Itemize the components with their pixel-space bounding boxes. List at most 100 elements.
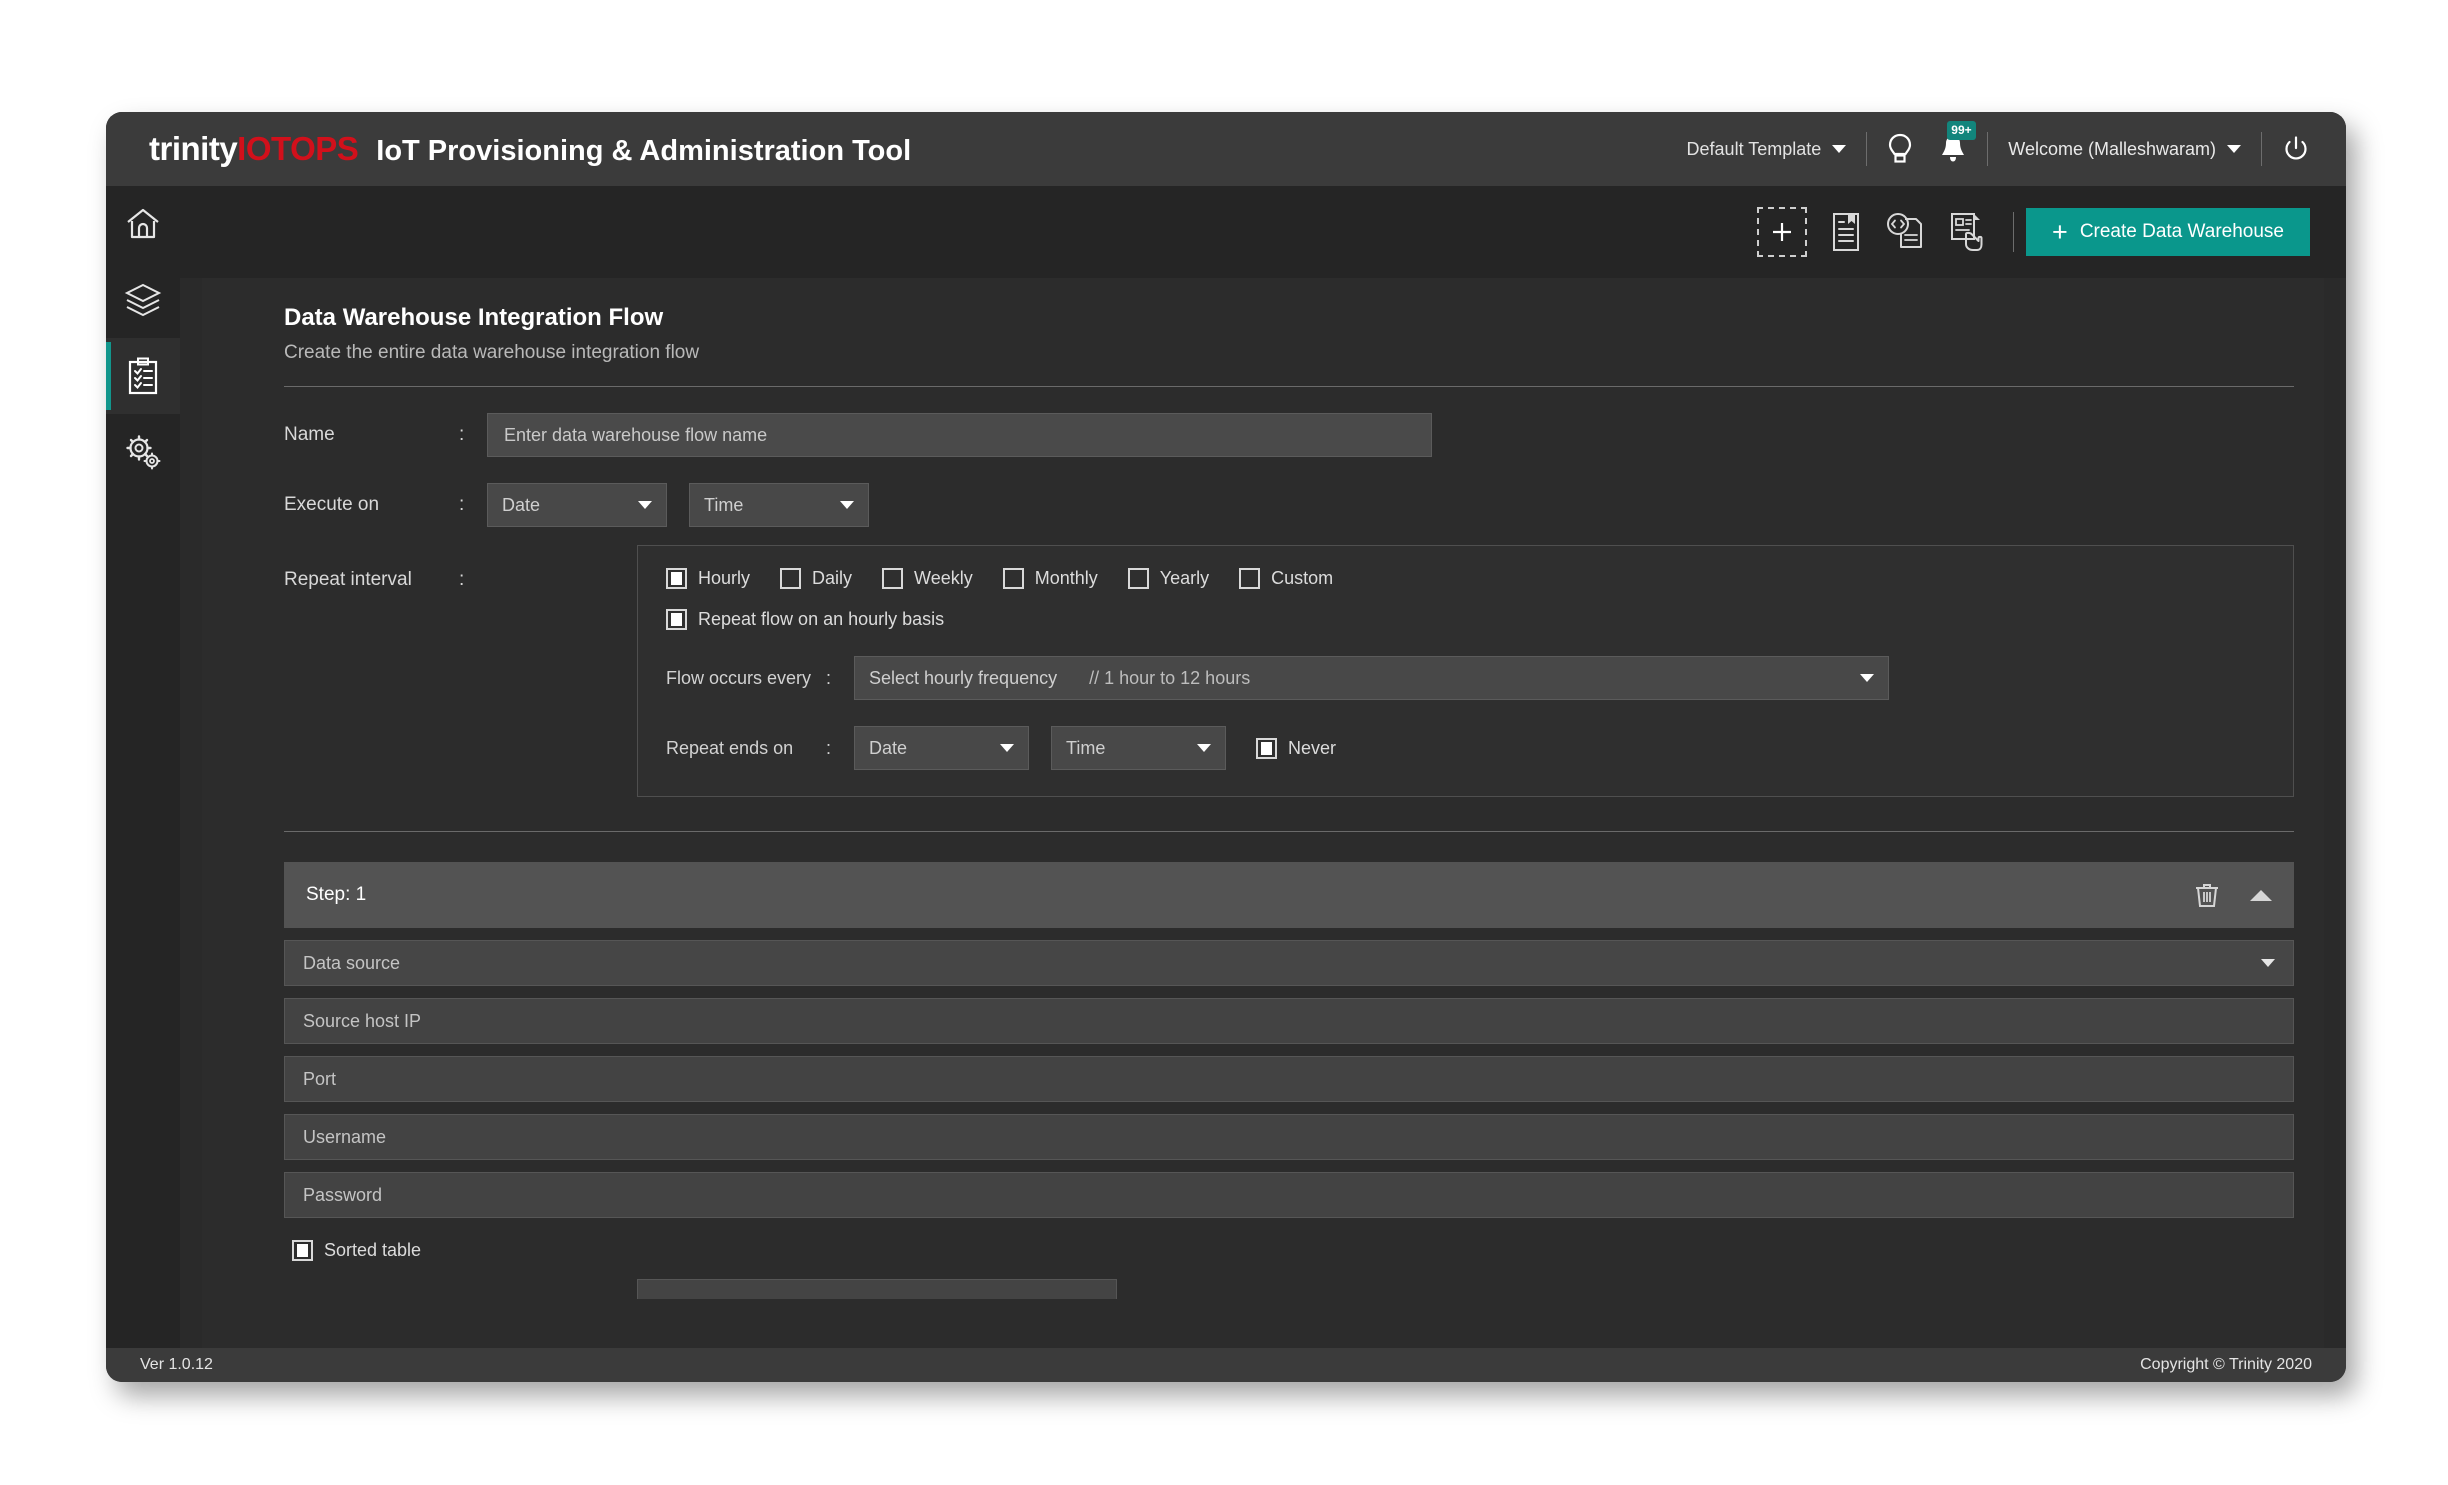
divider	[1987, 132, 1989, 166]
hourly-frequency-hint: // 1 hour to 12 hours	[1089, 667, 1251, 688]
form-panel: Data Warehouse Integration Flow Create t…	[202, 278, 2324, 1348]
chevron-down-icon	[2227, 145, 2241, 153]
user-menu[interactable]: Welcome (Malleshwaram)	[2008, 139, 2241, 160]
chevron-down-icon	[840, 501, 854, 509]
page-subtitle: Create the entire data warehouse integra…	[284, 342, 700, 363]
source-host-ip-input[interactable]: Source host IP	[284, 998, 2294, 1044]
field-row-execute-on: Execute on : Date Time	[284, 483, 2324, 527]
app-title: IoT Provisioning & Administration Tool	[376, 135, 912, 167]
code-document-icon[interactable]	[1885, 211, 1925, 253]
notification-badge: 99+	[1947, 121, 1976, 140]
divider	[284, 386, 2294, 387]
sorted-table-row: Sorted table	[292, 1240, 2324, 1261]
repeat-ends-row: Repeat ends on : Date Time Never	[666, 726, 2293, 770]
layers-icon	[124, 282, 162, 318]
execute-on-time-select[interactable]: Time	[689, 483, 869, 527]
checkbox-weekly-label: Weekly	[914, 568, 973, 588]
repeat-ends-date-select[interactable]: Date	[854, 726, 1029, 770]
chevron-down-icon	[2261, 959, 2275, 967]
checkbox-monthly-label: Monthly	[1034, 568, 1098, 588]
create-data-warehouse-button[interactable]: + Create Data Warehouse	[2026, 208, 2310, 256]
divider	[1866, 132, 1868, 166]
bell-icon[interactable]: 99+	[1939, 121, 1976, 164]
step-header: Step: 1	[284, 862, 2294, 928]
plus-icon: +	[2052, 216, 2068, 247]
checkbox-never-label: Never	[1288, 737, 1337, 758]
flow-name-input[interactable]: Enter data warehouse flow name	[487, 413, 1432, 457]
chevron-down-icon	[1832, 145, 1847, 153]
checkbox-repeat-hourly-basis-label: Repeat flow on an hourly basis	[698, 609, 945, 629]
checkbox-weekly[interactable]	[882, 568, 904, 589]
lightbulb-icon[interactable]	[1887, 133, 1913, 165]
app-logo: trinity IOTOPS IoT Provisioning & Adminis…	[149, 130, 911, 168]
checkbox-repeat-hourly-basis[interactable]	[666, 609, 687, 630]
gears-icon	[124, 434, 162, 470]
password-input[interactable]: Password	[284, 1172, 2294, 1218]
left-sidebar	[106, 186, 180, 1348]
create-data-warehouse-label: Create Data Warehouse	[2079, 221, 2284, 242]
chevron-down-icon	[1860, 674, 1874, 682]
checkbox-never[interactable]	[1256, 737, 1277, 759]
checkbox-custom-label: Custom	[1271, 568, 1334, 588]
repeat-interval-label: Repeat interval	[284, 569, 412, 590]
divider	[284, 831, 2294, 832]
header-actions: Default Template 99+ Welcome (Malleshwar…	[1687, 112, 2346, 186]
checkbox-custom[interactable]	[1239, 568, 1261, 589]
version-label: Ver 1.0.12	[140, 1356, 213, 1373]
document-hand-icon[interactable]	[1947, 211, 1985, 253]
data-source-select[interactable]: Data source	[284, 940, 2294, 986]
colon: :	[826, 667, 832, 688]
checkbox-yearly[interactable]	[1127, 568, 1149, 589]
checkbox-sorted-table[interactable]	[292, 1240, 313, 1261]
divider	[2013, 212, 2015, 252]
dashed-plus-icon[interactable]	[1757, 207, 1808, 257]
top-header-bar: trinity IOTOPS IoT Provisioning & Adminis…	[106, 112, 2346, 186]
chevron-down-icon	[1000, 744, 1014, 752]
repeat-ends-label: Repeat ends on	[666, 737, 794, 758]
home-icon	[125, 207, 161, 241]
port-input[interactable]: Port	[284, 1056, 2294, 1102]
execute-on-time-value: Time	[704, 494, 744, 515]
user-menu-label: Welcome (Malleshwaram)	[2008, 138, 2216, 159]
checkbox-daily[interactable]	[780, 568, 802, 589]
checkbox-hourly[interactable]	[666, 568, 687, 589]
username-input[interactable]: Username	[284, 1114, 2294, 1160]
template-selector-label: Default Template	[1686, 138, 1822, 159]
trash-icon[interactable]	[2194, 881, 2220, 909]
step-title: Step: 1	[306, 884, 367, 905]
hourly-frequency-placeholder: Select hourly frequency	[869, 667, 1058, 688]
step-tools	[2194, 881, 2272, 909]
execute-on-date-select[interactable]: Date	[487, 483, 667, 527]
sidebar-item-layers[interactable]	[106, 262, 180, 338]
action-toolbar: + Create Data Warehouse	[180, 186, 2346, 278]
page-title: Data Warehouse Integration Flow	[284, 304, 664, 331]
colon: :	[459, 494, 465, 515]
name-label: Name	[284, 424, 335, 445]
flow-occurs-row: Flow occurs every : Select hourly freque…	[666, 656, 2293, 700]
checkbox-yearly-label: Yearly	[1159, 568, 1210, 588]
logo-text-iotops: IOTOPS	[237, 130, 359, 167]
application-window: trinity IOTOPS IoT Provisioning & Adminis…	[106, 112, 2346, 1382]
repeat-frequency-options: Hourly Daily Weekly Monthly Yearly Custo…	[666, 568, 2293, 589]
hourly-frequency-select[interactable]: Select hourly frequency // 1 hour to 12 …	[854, 656, 1889, 700]
sidebar-item-home[interactable]	[106, 186, 180, 262]
checkbox-daily-label: Daily	[812, 568, 853, 588]
chevron-down-icon	[638, 501, 652, 509]
divider	[2261, 132, 2262, 166]
sidebar-item-flows[interactable]	[106, 338, 180, 414]
bookmark-document-icon[interactable]	[1829, 211, 1863, 253]
next-field-partial[interactable]	[637, 1279, 1117, 1299]
template-selector[interactable]: Default Template	[1687, 139, 1847, 160]
repeat-ends-time-select[interactable]: Time	[1051, 726, 1226, 770]
colon: :	[459, 424, 465, 445]
power-icon[interactable]	[2282, 135, 2310, 163]
main-content: + Create Data Warehouse Data Warehouse I…	[180, 186, 2346, 1348]
chevron-up-icon[interactable]	[2250, 889, 2272, 901]
checkbox-monthly[interactable]	[1002, 568, 1024, 589]
checkbox-hourly-label: Hourly	[698, 568, 751, 588]
logo-text-trinity: trinity	[149, 130, 238, 167]
sidebar-item-settings[interactable]	[106, 414, 180, 490]
colon: :	[826, 737, 832, 758]
chevron-down-icon	[1197, 744, 1211, 752]
checkbox-sorted-table-label: Sorted table	[324, 1240, 422, 1260]
